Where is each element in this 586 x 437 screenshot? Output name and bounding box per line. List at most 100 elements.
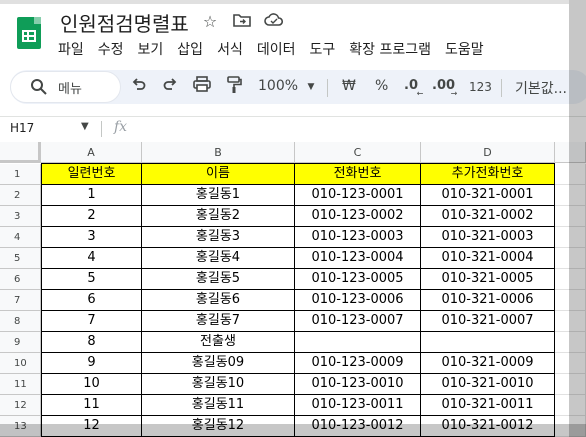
table-cell[interactable]: 홍길동2 xyxy=(142,206,295,227)
table-cell[interactable]: 홍길동11 xyxy=(142,395,295,416)
formula-separator xyxy=(101,121,102,137)
column-header-d[interactable]: D xyxy=(421,142,555,163)
table-cell[interactable]: 홍길동10 xyxy=(142,374,295,395)
header-cell[interactable]: 이름 xyxy=(142,164,295,185)
table-cell[interactable]: 7 xyxy=(41,311,142,332)
menu-file[interactable]: 파일 xyxy=(58,37,84,59)
table-cell[interactable]: 홍길동3 xyxy=(142,227,295,248)
row-header[interactable]: 12 xyxy=(0,395,41,416)
table-cell[interactable]: 6 xyxy=(41,290,142,311)
sheets-logo-icon[interactable] xyxy=(17,17,41,49)
table-cell[interactable]: 1 xyxy=(41,185,142,206)
row-header[interactable]: 1 xyxy=(0,164,41,185)
row-header[interactable]: 9 xyxy=(0,332,41,353)
table-cell[interactable]: 010-321-0001 xyxy=(421,185,555,206)
column-header-b[interactable]: B xyxy=(142,142,295,163)
table-cell[interactable]: 010-123-0003 xyxy=(295,227,421,248)
row-header[interactable]: 10 xyxy=(0,353,41,374)
row-header[interactable]: 3 xyxy=(0,206,41,227)
table-cell[interactable]: 010-123-0007 xyxy=(295,311,421,332)
menu-data[interactable]: 데이터 xyxy=(257,37,296,59)
menu-edit[interactable]: 수정 xyxy=(98,37,124,59)
table-cell[interactable]: 홍길동6 xyxy=(142,290,295,311)
percent-format-button[interactable]: % xyxy=(375,78,388,94)
table-cell[interactable]: 홍길동4 xyxy=(142,248,295,269)
table-cell[interactable]: 3 xyxy=(41,227,142,248)
toolbar-separator xyxy=(327,79,328,97)
row-header[interactable]: 8 xyxy=(0,311,41,332)
menu-format[interactable]: 서식 xyxy=(217,37,243,59)
table-cell[interactable]: 010-321-0004 xyxy=(421,248,555,269)
table-cell[interactable]: 홍길동5 xyxy=(142,269,295,290)
row-header[interactable]: 7 xyxy=(0,290,41,311)
table-cell[interactable]: 010-321-0011 xyxy=(421,395,555,416)
header-cell[interactable]: 추가전화번호 xyxy=(421,164,555,185)
menu-extensions[interactable]: 확장 프로그램 xyxy=(349,37,431,59)
table-cell[interactable]: 010-123-0009 xyxy=(295,353,421,374)
table-cell[interactable]: 010-321-0005 xyxy=(421,269,555,290)
table-cell[interactable]: 010-321-0009 xyxy=(421,353,555,374)
table-cell[interactable]: 010-321-0003 xyxy=(421,227,555,248)
table-cell[interactable]: 010-321-0010 xyxy=(421,374,555,395)
table-cell[interactable]: 홍길동7 xyxy=(142,311,295,332)
table-cell[interactable]: 010-321-0002 xyxy=(421,206,555,227)
row-header[interactable]: 2 xyxy=(0,185,41,206)
menu-insert[interactable]: 삽입 xyxy=(177,37,203,59)
table-cell[interactable]: 11 xyxy=(41,395,142,416)
paint-format-icon[interactable] xyxy=(224,76,244,98)
screenshot-shade-bottom xyxy=(0,424,586,437)
header-cell[interactable]: 일련번호 xyxy=(41,164,142,185)
document-title[interactable]: 인원점검명렬표 xyxy=(60,8,189,37)
table-cell[interactable]: 2 xyxy=(41,206,142,227)
move-folder-icon[interactable] xyxy=(232,12,252,32)
cloud-status-icon[interactable] xyxy=(264,12,284,32)
menu-tools[interactable]: 도구 xyxy=(309,37,335,59)
table-cell[interactable]: 전출생 xyxy=(142,332,295,353)
column-header-c[interactable]: C xyxy=(295,142,421,163)
currency-format-button[interactable]: ₩ xyxy=(342,78,356,94)
header-cell[interactable]: 전화번호 xyxy=(295,164,421,185)
zoom-dropdown-icon[interactable]: ▼ xyxy=(304,76,318,98)
arrow-left-icon: ← xyxy=(416,89,424,98)
name-box[interactable]: H17 xyxy=(10,121,34,135)
screenshot-shade-top xyxy=(0,0,569,4)
font-select[interactable]: 기본값... xyxy=(515,78,567,98)
row-header[interactable]: 5 xyxy=(0,248,41,269)
row-header[interactable]: 11 xyxy=(0,374,41,395)
row-header[interactable]: 6 xyxy=(0,269,41,290)
search-icon xyxy=(30,78,48,96)
toolbar-separator xyxy=(501,79,502,97)
redo-icon[interactable] xyxy=(161,76,179,98)
table-cell[interactable]: 4 xyxy=(41,248,142,269)
table-cell[interactable] xyxy=(421,332,555,353)
table-top-border xyxy=(41,163,555,164)
print-icon[interactable] xyxy=(192,76,212,98)
zoom-select[interactable]: 100% xyxy=(258,78,298,94)
table-cell[interactable]: 홍길동1 xyxy=(142,185,295,206)
table-cell[interactable]: 010-123-0006 xyxy=(295,290,421,311)
star-icon[interactable]: ☆ xyxy=(200,12,220,32)
table-cell[interactable]: 9 xyxy=(41,353,142,374)
table-cell[interactable]: 010-123-0001 xyxy=(295,185,421,206)
table-cell[interactable]: 010-123-0004 xyxy=(295,248,421,269)
table-cell[interactable]: 010-321-0006 xyxy=(421,290,555,311)
column-header-a[interactable]: A xyxy=(41,142,142,163)
number-format-button[interactable]: 123 xyxy=(469,80,492,94)
name-box-dropdown-icon[interactable]: ▼ xyxy=(81,121,89,132)
table-cell[interactable]: 8 xyxy=(41,332,142,353)
fx-icon: fx xyxy=(114,119,128,135)
table-cell[interactable]: 010-123-0002 xyxy=(295,206,421,227)
row-header[interactable]: 4 xyxy=(0,227,41,248)
table-cell[interactable]: 010-123-0011 xyxy=(295,395,421,416)
undo-icon[interactable] xyxy=(130,76,148,98)
table-cell[interactable]: 010-123-0010 xyxy=(295,374,421,395)
table-cell[interactable]: 010-123-0005 xyxy=(295,269,421,290)
menu-help[interactable]: 도움말 xyxy=(445,37,484,59)
table-cell[interactable]: 10 xyxy=(41,374,142,395)
table-cell[interactable] xyxy=(295,332,421,353)
select-all-corner[interactable] xyxy=(0,142,41,163)
menu-view[interactable]: 보기 xyxy=(138,37,164,59)
table-cell[interactable]: 홍길동09 xyxy=(142,353,295,374)
table-cell[interactable]: 010-321-0007 xyxy=(421,311,555,332)
table-cell[interactable]: 5 xyxy=(41,269,142,290)
